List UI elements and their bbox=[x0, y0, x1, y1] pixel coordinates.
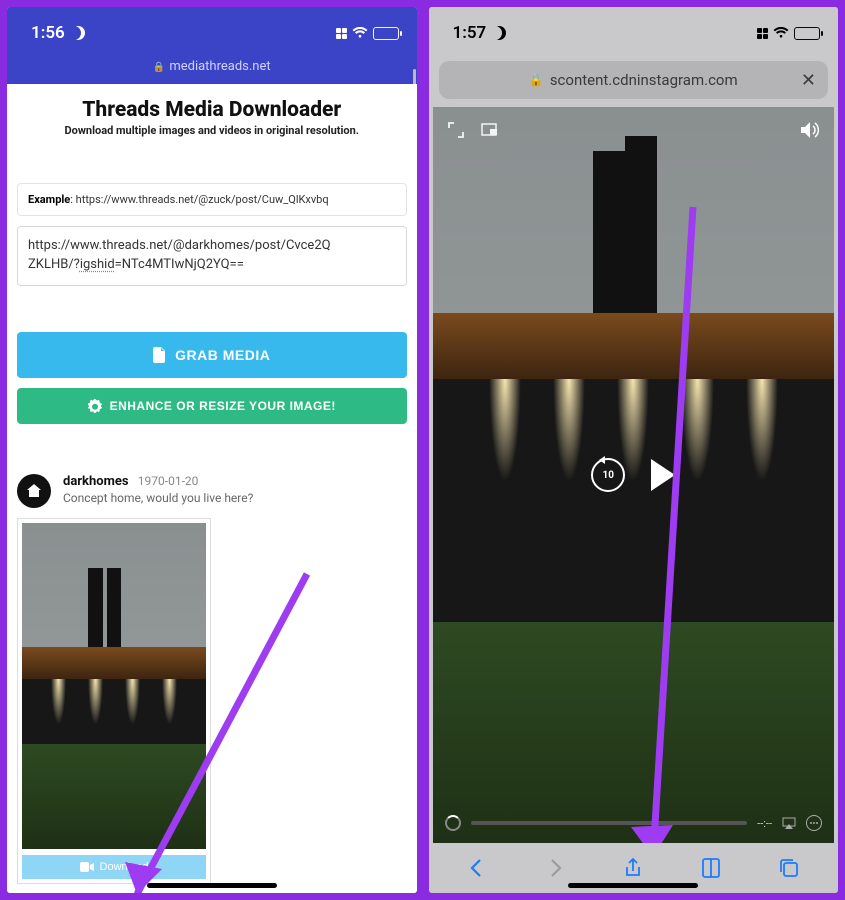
address-bar[interactable]: 🔒 mediathreads.net bbox=[7, 59, 417, 84]
file-icon bbox=[153, 347, 167, 363]
status-bar: 1:56 bbox=[7, 7, 417, 59]
battery-icon bbox=[373, 27, 399, 40]
stop-icon[interactable]: ✕ bbox=[801, 70, 816, 91]
cellular-icon bbox=[757, 28, 768, 39]
address-bar[interactable]: 🔒 scontent.cdninstagram.com ✕ bbox=[439, 61, 829, 99]
volume-icon[interactable] bbox=[800, 121, 820, 139]
status-icons bbox=[757, 27, 820, 40]
post-header: darkhomes 1970-01-20 Concept home, would… bbox=[17, 474, 407, 508]
status-bar: 1:57 bbox=[429, 7, 839, 59]
address-domain: mediathreads.net bbox=[169, 59, 270, 74]
battery-icon bbox=[794, 27, 820, 40]
status-icons bbox=[336, 27, 399, 40]
enhance-button[interactable]: ENHANCE OR RESIZE YOUR IMAGE! bbox=[17, 388, 407, 424]
url-input[interactable]: https://www.threads.net/@darkhomes/post/… bbox=[17, 226, 407, 286]
wifi-icon bbox=[352, 27, 368, 39]
forward-button[interactable] bbox=[543, 856, 567, 880]
gear-icon bbox=[88, 399, 102, 413]
avatar[interactable] bbox=[17, 474, 51, 508]
pip-icon[interactable] bbox=[481, 121, 499, 139]
grab-media-button[interactable]: GRAB MEDIA bbox=[17, 332, 407, 378]
video-icon bbox=[80, 862, 94, 872]
seek-bar[interactable] bbox=[471, 821, 748, 825]
share-button[interactable] bbox=[621, 856, 645, 880]
post-username[interactable]: darkhomes bbox=[63, 474, 129, 489]
video-player[interactable]: 10 --:-- bbox=[433, 107, 835, 843]
loading-spinner-icon bbox=[445, 815, 461, 831]
post-caption: Concept home, would you live here? bbox=[63, 491, 253, 505]
download-button[interactable]: Download bbox=[22, 855, 206, 879]
page-title: Threads Media Downloader bbox=[17, 98, 407, 122]
more-options-icon[interactable] bbox=[806, 815, 822, 831]
tabs-button[interactable] bbox=[777, 856, 801, 880]
media-thumbnail[interactable] bbox=[22, 523, 206, 849]
fullscreen-icon[interactable] bbox=[447, 121, 465, 139]
back-button[interactable] bbox=[465, 856, 489, 880]
address-domain: scontent.cdninstagram.com bbox=[550, 71, 738, 89]
rewind-10-button[interactable]: 10 bbox=[591, 458, 625, 492]
airplay-icon[interactable] bbox=[782, 817, 796, 829]
lock-icon: 🔒 bbox=[529, 73, 544, 87]
home-icon bbox=[26, 483, 42, 499]
media-card: Download bbox=[17, 518, 211, 884]
lock-icon: 🔒 bbox=[153, 62, 165, 73]
video-controls-bottom: --:-- bbox=[445, 815, 823, 831]
home-indicator[interactable] bbox=[568, 883, 698, 888]
time-remaining: --:-- bbox=[757, 817, 772, 830]
right-phone-frame: 1:57 🔒 scontent.cdninstagram.com ✕ 10 bbox=[426, 4, 842, 896]
page-content: Threads Media Downloader Download multip… bbox=[7, 84, 417, 893]
home-indicator[interactable] bbox=[147, 883, 277, 888]
example-box: Example: https://www.threads.net/@zuck/p… bbox=[17, 183, 407, 216]
bookmarks-button[interactable] bbox=[699, 856, 723, 880]
do-not-disturb-icon bbox=[492, 26, 506, 40]
do-not-disturb-icon bbox=[71, 26, 85, 40]
page-subtitle: Download multiple images and videos in o… bbox=[17, 124, 407, 137]
play-button[interactable] bbox=[651, 459, 675, 491]
cellular-icon bbox=[336, 28, 347, 39]
wifi-icon bbox=[773, 27, 789, 39]
status-time: 1:57 bbox=[453, 23, 487, 43]
post-date: 1970-01-20 bbox=[138, 474, 199, 488]
left-phone-frame: 1:56 🔒 mediathreads.net Threads Media Dow… bbox=[4, 4, 420, 896]
status-time: 1:56 bbox=[31, 23, 65, 43]
